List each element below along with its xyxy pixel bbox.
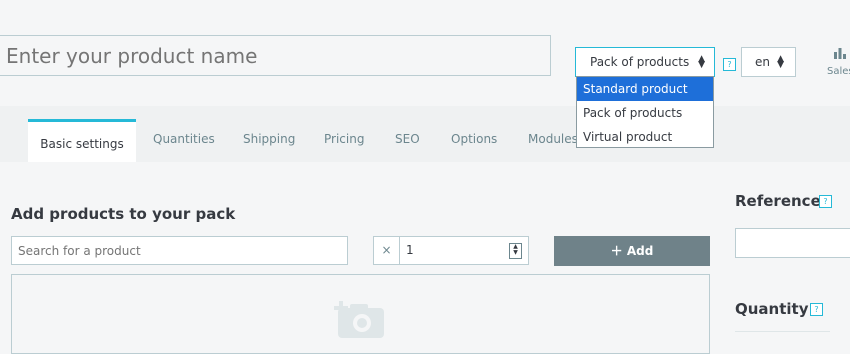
camera-icon — [334, 301, 384, 338]
tab-quantities[interactable]: Quantities — [153, 132, 215, 146]
help-icon[interactable]: ? — [723, 58, 736, 71]
reference-input[interactable] — [735, 228, 850, 258]
plus-icon: ＋ — [610, 244, 627, 258]
pack-quantity-value[interactable]: 1 — [406, 243, 414, 257]
product-name-input[interactable] — [0, 35, 551, 76]
search-product-input[interactable] — [11, 236, 348, 265]
option-virtual-product[interactable]: Virtual product — [577, 125, 713, 149]
tab-basic-settings[interactable]: Basic settings — [28, 119, 136, 162]
reference-label: Reference — [735, 192, 821, 210]
language-value: en — [755, 55, 770, 69]
multiply-icon: × — [374, 237, 400, 264]
tab-pricing[interactable]: Pricing — [324, 132, 364, 146]
language-select[interactable]: en ▲ ▼ — [741, 47, 796, 77]
tab-shipping[interactable]: Shipping — [243, 132, 295, 146]
quantity-label: Quantity — [735, 300, 809, 318]
product-type-select[interactable]: Pack of products ▲ ▼ — [575, 47, 715, 77]
divider — [735, 331, 830, 332]
quantity-stepper[interactable]: ▲ ▼ — [509, 243, 522, 259]
product-type-dropdown: Standard product Pack of products Virtua… — [576, 76, 714, 148]
option-pack-of-products[interactable]: Pack of products — [577, 101, 713, 125]
tab-options[interactable]: Options — [451, 132, 497, 146]
select-arrows-icon: ▲ ▼ — [698, 54, 705, 70]
add-button[interactable]: ＋ Add — [554, 236, 710, 266]
pack-quantity-field[interactable]: × 1 ▲ ▼ — [373, 236, 529, 265]
select-arrows-icon: ▲ ▼ — [777, 54, 784, 70]
pack-section-title: Add products to your pack — [11, 205, 236, 223]
bar-chart-icon[interactable] — [833, 46, 847, 60]
product-type-selected: Pack of products — [590, 55, 690, 69]
option-standard-product[interactable]: Standard product — [577, 77, 713, 101]
help-icon[interactable]: ? — [819, 195, 832, 208]
tab-seo[interactable]: SEO — [395, 132, 420, 146]
sales-label[interactable]: Sales — [827, 66, 850, 77]
tab-modules[interactable]: Modules — [528, 132, 578, 146]
add-button-label: Add — [626, 244, 654, 258]
help-icon[interactable]: ? — [810, 303, 823, 316]
